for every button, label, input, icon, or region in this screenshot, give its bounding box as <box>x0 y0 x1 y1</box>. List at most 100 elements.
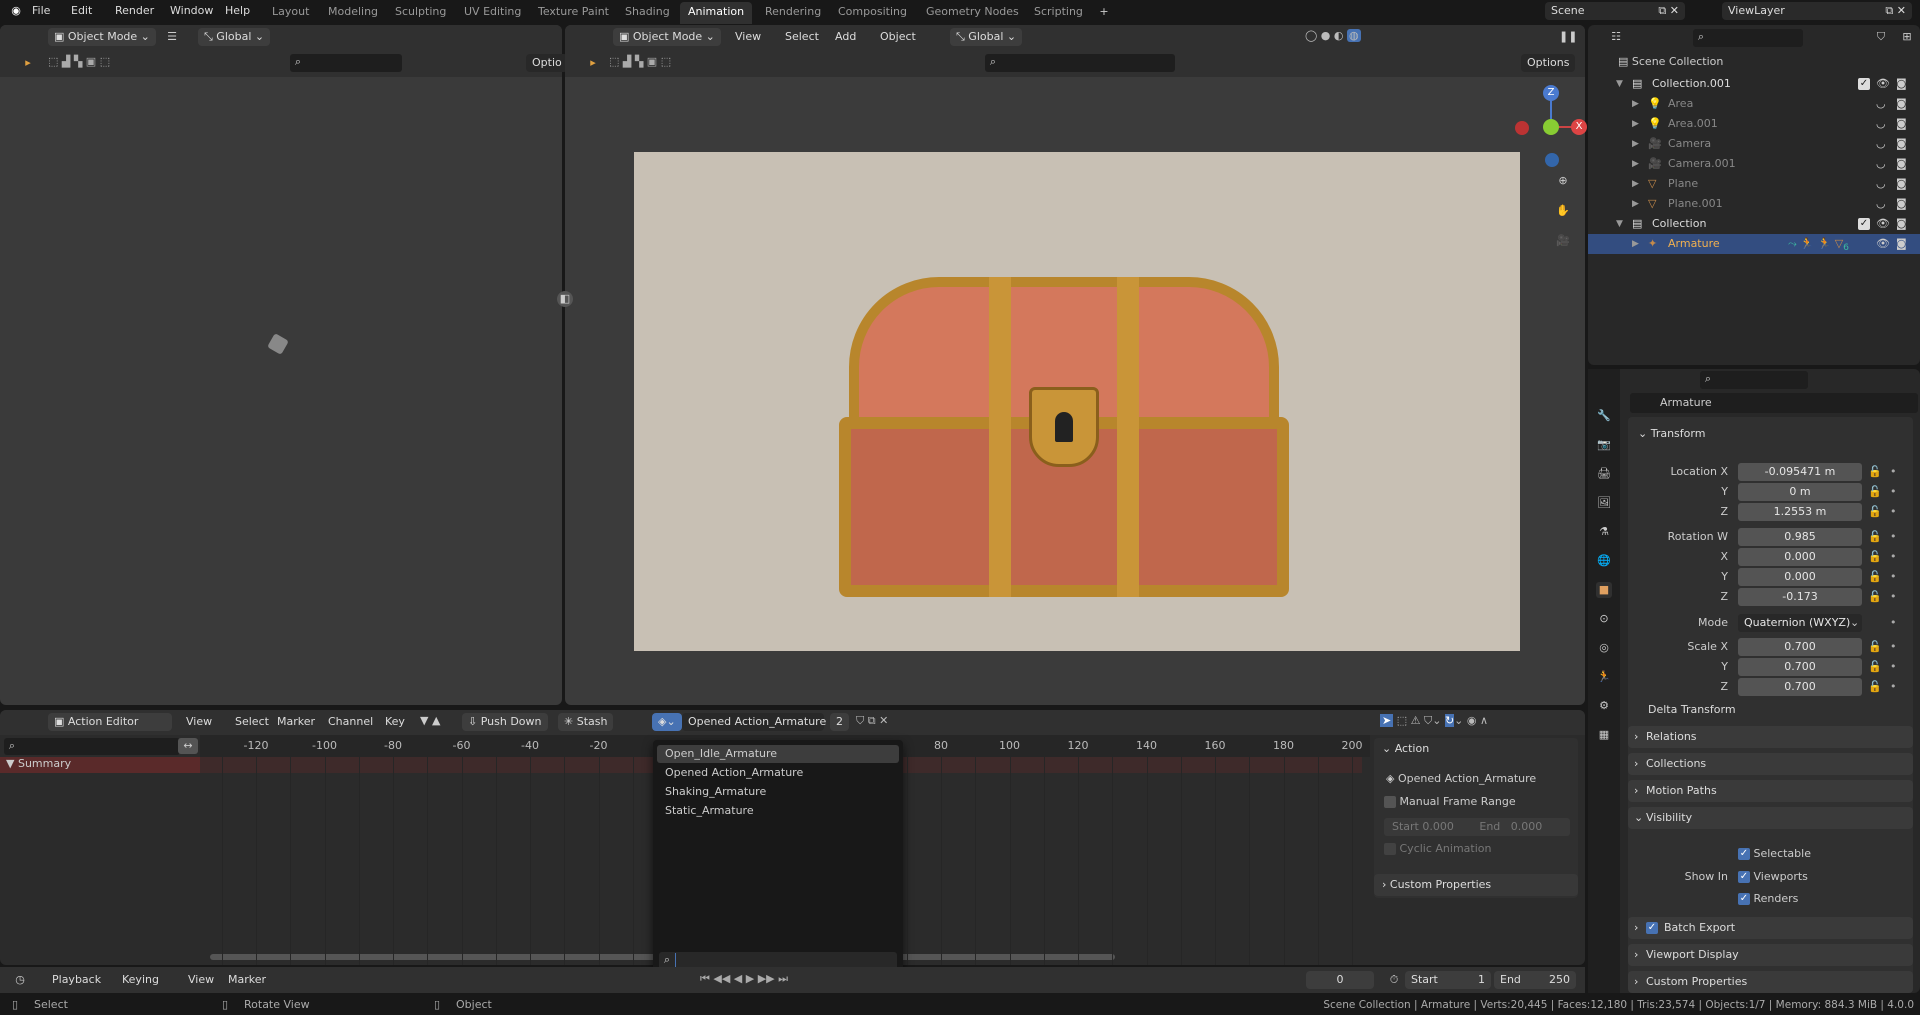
viewport-display-panel[interactable]: › Viewport Display <box>1628 944 1913 966</box>
workspace-tab-scripting[interactable]: Scripting <box>1026 2 1091 24</box>
select-tool-icon[interactable]: ▸ <box>20 55 36 71</box>
gizmo-x-axis[interactable]: X <box>1571 119 1587 135</box>
timeline-menu-keying[interactable]: Keying <box>122 973 159 986</box>
render-camera-icon[interactable]: ◙ <box>1896 234 1907 254</box>
relations-panel[interactable]: › Relations <box>1628 726 1913 748</box>
main-orientation-selector[interactable]: ⤡ Global ⌄ <box>950 28 1023 46</box>
transform-value-field[interactable]: 0.700 <box>1738 658 1862 676</box>
main-selection-mode-icons[interactable]: ⬚ ▟ ▚ ▣ ⬚ <box>609 55 671 68</box>
viewport-search-input[interactable]: ⌕ <box>290 54 402 72</box>
menu-icon[interactable]: ☰ <box>164 29 180 45</box>
visibility-eye-icon[interactable]: 👁 <box>1876 214 1890 234</box>
action-option[interactable]: Static_Armature <box>657 802 899 820</box>
properties-tab-scene-icon[interactable]: ⚗ <box>1596 524 1612 540</box>
properties-tab-bone-constraints-icon[interactable]: ⚙ <box>1596 698 1612 714</box>
keyframe-dot-icon[interactable]: • <box>1890 485 1897 498</box>
pan-hand-icon[interactable]: ✋ <box>1555 203 1571 219</box>
stash-button[interactable]: ✳ Stash <box>558 713 614 731</box>
main-menu-add[interactable]: Add <box>835 30 856 43</box>
workspace-tab-animation[interactable]: Animation <box>680 2 753 24</box>
outliner-row[interactable]: ▶ ▽ Plane ◡ ◙ <box>1588 174 1920 194</box>
transform-value-field[interactable]: 1.2553 m <box>1738 503 1862 521</box>
add-workspace-icon[interactable]: + <box>1096 4 1112 20</box>
timeline-menu-view[interactable]: View <box>188 973 214 986</box>
menu-window[interactable]: Window <box>170 4 213 17</box>
zoom-icon[interactable]: ⊕ <box>1555 173 1571 189</box>
mode-selector[interactable]: ▣ Object Mode ⌄ <box>48 28 156 46</box>
action-browse-button[interactable]: ◈⌄ <box>652 713 682 731</box>
action-editor-tool-icons[interactable]: ➤ ⬚ ⚠ ⛉⌄ ↻⌄ ◉ ∧ <box>1380 714 1488 728</box>
timeline-menu-playback[interactable]: Playback <box>52 973 101 986</box>
render-camera-icon[interactable]: ◙ <box>1896 134 1907 154</box>
menu-help[interactable]: Help <box>225 4 250 17</box>
hidden-eye-icon[interactable]: ◡ <box>1876 94 1886 114</box>
editor-type-selector[interactable]: ▣ Action Editor <box>48 713 172 731</box>
lock-icon[interactable]: 🔓 <box>1868 485 1882 498</box>
main-3d-viewport[interactable]: ▣ Object Mode ⌄ View Select Add Object ⤡ Gl… <box>557 25 1587 705</box>
main-select-tool-icon[interactable]: ▸ <box>585 55 601 71</box>
hidden-eye-icon[interactable]: ◡ <box>1876 174 1886 194</box>
outliner-row[interactable]: ▶ 💡 Area ◡ ◙ <box>1588 94 1920 114</box>
expand-right-icon[interactable]: ▶ <box>1632 174 1639 194</box>
action-menu-marker[interactable]: Marker <box>277 715 315 728</box>
object-name-field[interactable]: Armature <box>1630 393 1918 413</box>
properties-tab-object-icon[interactable]: ■ <box>1596 582 1612 598</box>
hidden-eye-icon[interactable]: ◡ <box>1876 154 1886 174</box>
keyframe-dot-icon[interactable]: • <box>1890 530 1897 543</box>
current-frame-field[interactable]: 0 <box>1306 971 1374 989</box>
render-camera-icon[interactable]: ◙ <box>1896 174 1907 194</box>
custom-properties-panel[interactable]: › Custom Properties <box>1374 874 1578 896</box>
start-frame-field[interactable]: Start 1 <box>1405 971 1491 989</box>
properties-tab-texture-icon[interactable]: ▦ <box>1596 727 1612 743</box>
keyframe-dot-icon[interactable]: • <box>1890 640 1897 653</box>
transform-value-field[interactable]: 0.000 <box>1738 568 1862 586</box>
expand-right-icon[interactable]: ▶ <box>1632 194 1639 214</box>
rotation-mode-dropdown[interactable]: Quaternion (WXYZ) <box>1738 614 1862 632</box>
keyframe-dot-icon[interactable]: • <box>1890 465 1897 478</box>
keyframe-dot-icon[interactable]: • <box>1890 590 1897 603</box>
render-camera-icon[interactable]: ◙ <box>1896 74 1907 94</box>
lock-icon[interactable]: 🔓 <box>1868 660 1882 673</box>
filter-up-down-icon[interactable]: ▼ ▲ <box>420 714 440 727</box>
outliner-row[interactable]: ▶ 💡 Area.001 ◡ ◙ <box>1588 114 1920 134</box>
workspace-tab-geometry-nodes[interactable]: Geometry Nodes <box>918 2 1027 24</box>
render-camera-icon[interactable]: ◙ <box>1896 214 1907 234</box>
batch-export-checkbox[interactable]: ✓ <box>1646 922 1658 934</box>
workspace-tab-layout[interactable]: Layout <box>264 2 317 24</box>
hidden-eye-icon[interactable]: ◡ <box>1876 114 1886 134</box>
action-users-count[interactable]: 2 <box>830 713 849 731</box>
visibility-panel[interactable]: ⌄ Visibility <box>1628 807 1913 829</box>
outliner-row[interactable]: ▶ ✦ Armature ⤳ 🏃 🏃 ▽6 👁 ◙ <box>1588 234 1920 254</box>
workspace-tab-sculpting[interactable]: Sculpting <box>387 2 454 24</box>
main-menu-select[interactable]: Select <box>785 30 819 43</box>
display-mode-icon[interactable]: ☷ <box>1608 29 1624 45</box>
menu-edit[interactable]: Edit <box>71 4 92 17</box>
outliner-row[interactable]: ▶ 🎥 Camera.001 ◡ ◙ <box>1588 154 1920 174</box>
properties-tab-world-icon[interactable]: 🌐 <box>1596 553 1612 569</box>
keyframe-dot-icon[interactable]: • <box>1890 505 1897 518</box>
properties-tab-modifiers-icon[interactable]: ⊙ <box>1596 611 1612 627</box>
camera-frame-handle-icon[interactable]: ◧ <box>557 291 573 307</box>
keyframe-dot-icon[interactable]: • <box>1890 680 1897 693</box>
transform-value-field[interactable]: 0.700 <box>1738 638 1862 656</box>
blender-logo-icon[interactable]: ◉ <box>8 3 24 19</box>
outliner-row[interactable]: ▼ ▤ Collection.001 ✓ 👁 ◙ <box>1588 74 1920 94</box>
batch-export-panel[interactable]: › Batch Export ✓ <box>1628 917 1913 939</box>
workspace-tab-shading[interactable]: Shading <box>617 2 678 24</box>
main-mode-selector[interactable]: ▣ Object Mode ⌄ <box>613 28 721 46</box>
workspace-tab-modeling[interactable]: Modeling <box>320 2 386 24</box>
lock-icon[interactable]: 🔓 <box>1868 640 1882 653</box>
gizmo-neg-z-axis[interactable] <box>1545 153 1559 167</box>
fake-user-duplicate-unlink-icons[interactable]: ⛉ ⧉ ✕ <box>856 714 888 728</box>
properties-tab-object-data-icon[interactable]: 🏃 <box>1596 669 1612 685</box>
expand-right-icon[interactable]: ▶ <box>1632 134 1639 154</box>
action-option[interactable]: Shaking_Armature <box>657 783 899 801</box>
keyframe-dot-icon[interactable]: • <box>1890 616 1897 629</box>
outliner-row[interactable]: ▶ 🎥 Camera ◡ ◙ <box>1588 134 1920 154</box>
collections-panel[interactable]: › Collections <box>1628 753 1913 775</box>
channel-search-input[interactable]: ⌕ <box>4 738 180 755</box>
hidden-eye-icon[interactable]: ◡ <box>1876 134 1886 154</box>
expand-right-icon[interactable]: ▶ <box>1632 114 1639 134</box>
orientation-selector[interactable]: ⤡ Global ⌄ <box>198 28 271 46</box>
transform-value-field[interactable]: 0 m <box>1738 483 1862 501</box>
